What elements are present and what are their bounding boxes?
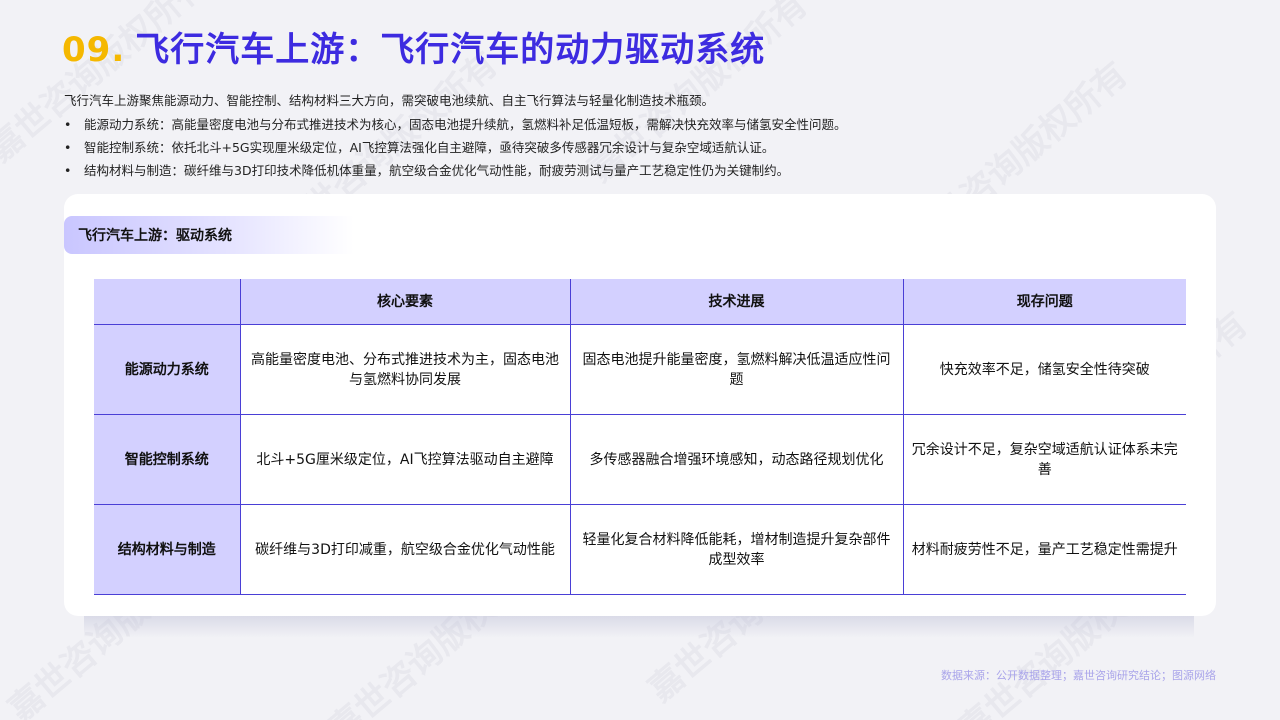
row-label: 能源动力系统 [94,325,240,415]
header-core-elements: 核心要素 [240,279,570,325]
intro-bullet: • 能源动力系统：高能量密度电池与分布式推进技术为核心，固态电池提升续航，氢燃料补… [64,116,1224,134]
data-source-note: 数据来源：公开数据整理；嘉世咨询研究结论；图源网络 [941,667,1216,683]
card-tab-label: 飞行汽车上游：驱动系统 [78,225,232,245]
section-number: 09. [62,30,125,70]
table-cell: 快充效率不足，储氢安全性待突破 [903,325,1186,415]
intro-bullet-list: • 能源动力系统：高能量密度电池与分布式推进技术为核心，固态电池提升续航，氢燃料补… [64,116,1224,180]
title-text: 飞行汽车上游：飞行汽车的动力驱动系统 [135,30,765,70]
row-label: 结构材料与制造 [94,505,240,595]
table-cell: 碳纤维与3D打印减重，航空级合金优化气动性能 [240,505,570,595]
table-cell: 冗余设计不足，复杂空域适航认证体系未完善 [903,415,1186,505]
bullet-text: 智能控制系统：依托北斗+5G实现厘米级定位，AI飞控算法强化自主避障，亟待突破多… [84,140,774,155]
bullet-dot: • [64,139,71,157]
table-cell: 多传感器融合增强环境感知，动态路径规划优化 [570,415,903,505]
table-cell: 轻量化复合材料降低能耗，增材制造提升复杂部件成型效率 [570,505,903,595]
table-cell: 高能量密度电池、分布式推进技术为主，固态电池与氢燃料协同发展 [240,325,570,415]
bullet-text: 能源动力系统：高能量密度电池与分布式推进技术为核心，固态电池提升续航，氢燃料补足… [84,117,847,132]
row-label: 智能控制系统 [94,415,240,505]
header-existing-issues: 现存问题 [903,279,1186,325]
intro-bullet: • 结构材料与制造：碳纤维与3D打印技术降低机体重量，航空级合金优化气动性能，耐疲… [64,162,1224,180]
bullet-dot: • [64,162,71,180]
table-header-row: 核心要素 技术进展 现存问题 [94,279,1186,325]
table-cell: 材料耐疲劳性不足，量产工艺稳定性需提升 [903,505,1186,595]
table-row: 能源动力系统 高能量密度电池、分布式推进技术为主，固态电池与氢燃料协同发展 固态… [94,325,1186,415]
header-tech-progress: 技术进展 [570,279,903,325]
page-title: 09.飞行汽车上游：飞行汽车的动力驱动系统 [62,22,765,71]
content-card: 飞行汽车上游：驱动系统 核心要素 技术进展 现存问题 能源动力系统 高能量密度电… [64,194,1216,616]
table-row: 结构材料与制造 碳纤维与3D打印减重，航空级合金优化气动性能 轻量化复合材料降低… [94,505,1186,595]
intro-section: 飞行汽车上游聚焦能源动力、智能控制、结构材料三大方向，需突破电池续航、自主飞行算… [64,92,1224,185]
table-cell: 固态电池提升能量密度，氢燃料解决低温适应性问题 [570,325,903,415]
bullet-text: 结构材料与制造：碳纤维与3D打印技术降低机体重量，航空级合金优化气动性能，耐疲劳… [84,163,789,178]
intro-lead: 飞行汽车上游聚焦能源动力、智能控制、结构材料三大方向，需突破电池续航、自主飞行算… [64,92,1224,110]
table-cell: 北斗+5G厘米级定位，AI飞控算法驱动自主避障 [240,415,570,505]
header-corner-cell [94,279,240,325]
drive-system-table: 核心要素 技术进展 现存问题 能源动力系统 高能量密度电池、分布式推进技术为主，… [94,279,1186,595]
bullet-dot: • [64,116,71,134]
table-row: 智能控制系统 北斗+5G厘米级定位，AI飞控算法驱动自主避障 多传感器融合增强环… [94,415,1186,505]
card-tab: 飞行汽车上游：驱动系统 [64,216,354,254]
intro-bullet: • 智能控制系统：依托北斗+5G实现厘米级定位，AI飞控算法强化自主避障，亟待突破… [64,139,1224,157]
